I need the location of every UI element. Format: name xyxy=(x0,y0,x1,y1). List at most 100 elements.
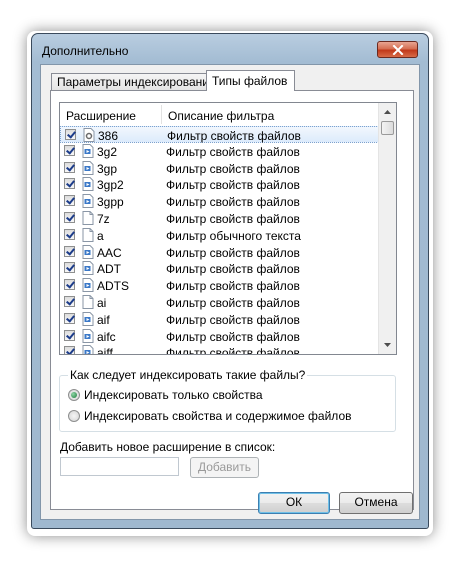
row-extension: aifc xyxy=(97,329,116,344)
media-file-icon xyxy=(82,143,94,158)
row-extension: a xyxy=(97,228,104,243)
row-checkbox[interactable] xyxy=(64,295,75,307)
list-item[interactable]: AAC Фильтр свойств файлов xyxy=(60,244,381,261)
row-description: Фильтр свойств файлов xyxy=(166,346,300,355)
list-item[interactable]: ADT Фильтр свойств файлов xyxy=(60,260,381,277)
radio-button[interactable] xyxy=(68,410,80,422)
dialog-window: Дополнительно Параметры индексирования Т… xyxy=(31,33,429,529)
title-bar[interactable]: Дополнительно xyxy=(32,34,428,64)
column-header-extension[interactable]: Расширение xyxy=(66,109,136,123)
row-checkbox[interactable] xyxy=(64,228,75,240)
row-description: Фильтр свойств файлов xyxy=(166,144,300,159)
media-file-icon xyxy=(82,244,94,259)
row-checkbox[interactable] xyxy=(64,262,75,274)
list-rows: 386 Фильтр свойств файлов 3g2 Фильтр свойст… xyxy=(60,126,381,355)
row-extension: 3gpp xyxy=(97,195,124,210)
list-item[interactable]: 7z Фильтр свойств файлов xyxy=(60,210,381,227)
list-item[interactable]: aifc Фильтр свойств файлов xyxy=(60,328,381,345)
row-extension: ADTS xyxy=(97,279,130,294)
row-checkbox[interactable] xyxy=(64,195,75,207)
row-description: Фильтр свойств файлов xyxy=(166,161,300,176)
media-file-icon xyxy=(82,311,94,326)
row-extension: 7z xyxy=(97,211,110,226)
row-checkbox[interactable] xyxy=(64,211,75,223)
media-file-icon xyxy=(82,160,94,175)
row-extension: AAC xyxy=(97,245,122,260)
list-item[interactable]: 3gp2 Фильтр свойств файлов xyxy=(60,176,381,193)
row-description: Фильтр свойств файлов xyxy=(166,262,300,277)
new-extension-input[interactable] xyxy=(60,457,179,476)
list-item[interactable]: 3gpp Фильтр свойств файлов xyxy=(60,193,381,210)
gear-file-icon xyxy=(83,128,95,142)
blank-file-icon xyxy=(82,210,94,225)
media-file-icon xyxy=(82,345,94,354)
index-mode-group: Как следует индексировать такие файлы? И… xyxy=(59,368,396,432)
row-description: Фильтр свойств файлов xyxy=(166,312,300,327)
row-extension: 386 xyxy=(98,129,119,143)
scroll-down-button[interactable] xyxy=(380,337,395,353)
list-item[interactable]: a Фильтр обычного текста xyxy=(60,227,381,244)
add-extension-button[interactable]: Добавить xyxy=(190,457,259,478)
ok-button[interactable]: ОК xyxy=(258,492,330,514)
list-item[interactable]: aif Фильтр свойств файлов xyxy=(60,311,381,328)
arrow-up-icon xyxy=(384,110,391,114)
media-file-icon xyxy=(82,261,94,276)
list-item[interactable]: 3g2 Фильтр свойств файлов xyxy=(60,143,381,160)
row-description: Фильтр свойств файлов xyxy=(166,211,300,226)
row-extension: ai xyxy=(97,295,107,310)
row-checkbox[interactable] xyxy=(65,129,76,140)
row-checkbox[interactable] xyxy=(64,161,75,173)
list-item[interactable]: 386 Фильтр свойств файлов xyxy=(60,126,381,143)
row-description: Фильтр свойств файлов xyxy=(166,195,300,210)
media-file-icon xyxy=(82,194,94,209)
row-checkbox[interactable] xyxy=(64,279,75,291)
row-checkbox[interactable] xyxy=(64,144,75,156)
list-header: Расширение Описание фильтра xyxy=(60,103,381,126)
radio-properties-and-content[interactable]: Индексировать свойства и содержимое файл… xyxy=(68,408,352,424)
row-description: Фильтр свойств файлов xyxy=(167,129,301,143)
column-header-description[interactable]: Описание фильтра xyxy=(168,109,274,123)
media-file-icon xyxy=(82,328,94,343)
cancel-button[interactable]: Отмена xyxy=(339,492,413,514)
list-item[interactable]: ADTS Фильтр свойств файлов xyxy=(60,277,381,294)
row-description: Фильтр обычного текста xyxy=(166,228,301,243)
scroll-thumb[interactable] xyxy=(381,121,394,135)
list-item[interactable]: 3gp Фильтр свойств файлов xyxy=(60,160,381,177)
scroll-up-button[interactable] xyxy=(380,104,395,120)
row-description: Фильтр свойств файлов xyxy=(166,245,300,260)
list-scrollbar[interactable] xyxy=(378,103,396,354)
row-checkbox[interactable] xyxy=(64,329,75,341)
blank-file-icon xyxy=(82,227,94,242)
row-description: Фильтр свойств файлов xyxy=(166,329,300,344)
blank-file-icon xyxy=(82,294,94,309)
close-icon xyxy=(392,44,403,55)
row-extension: 3g2 xyxy=(97,144,118,159)
add-extension-label: Добавить новое расширение в список: xyxy=(60,440,276,454)
media-file-icon xyxy=(82,177,94,192)
column-separator[interactable] xyxy=(161,105,162,124)
row-checkbox[interactable] xyxy=(64,312,75,324)
row-description: Фильтр свойств файлов xyxy=(166,295,300,310)
file-types-list[interactable]: Расширение Описание фильтра 386 Фильтр св… xyxy=(59,102,397,355)
close-button[interactable] xyxy=(377,41,418,58)
row-checkbox[interactable] xyxy=(64,346,75,354)
row-description: Фильтр свойств файлов xyxy=(166,279,300,294)
tab-file-types[interactable]: Типы файлов xyxy=(206,70,295,91)
radio-properties-only[interactable]: Индексировать только свойства xyxy=(68,387,263,403)
row-extension: 3gp2 xyxy=(97,178,124,193)
row-extension: ADT xyxy=(97,262,121,277)
row-extension: aif xyxy=(97,312,110,327)
window-title: Дополнительно xyxy=(42,44,129,58)
list-item[interactable]: aiff Фильтр свойств файлов xyxy=(60,344,381,355)
radio-button-selected[interactable] xyxy=(68,389,80,401)
radio-properties-only-label: Индексировать только свойства xyxy=(84,388,263,402)
tab-indexing-settings[interactable]: Параметры индексирования xyxy=(51,73,215,90)
row-checkbox[interactable] xyxy=(64,178,75,190)
list-item[interactable]: ai Фильтр свойств файлов xyxy=(60,294,381,311)
row-extension: 3gp xyxy=(97,161,118,176)
index-mode-label: Как следует индексировать такие файлы? xyxy=(68,368,308,382)
row-description: Фильтр свойств файлов xyxy=(166,178,300,193)
row-extension: aiff xyxy=(97,346,113,355)
media-file-icon xyxy=(82,278,94,293)
row-checkbox[interactable] xyxy=(64,245,75,257)
